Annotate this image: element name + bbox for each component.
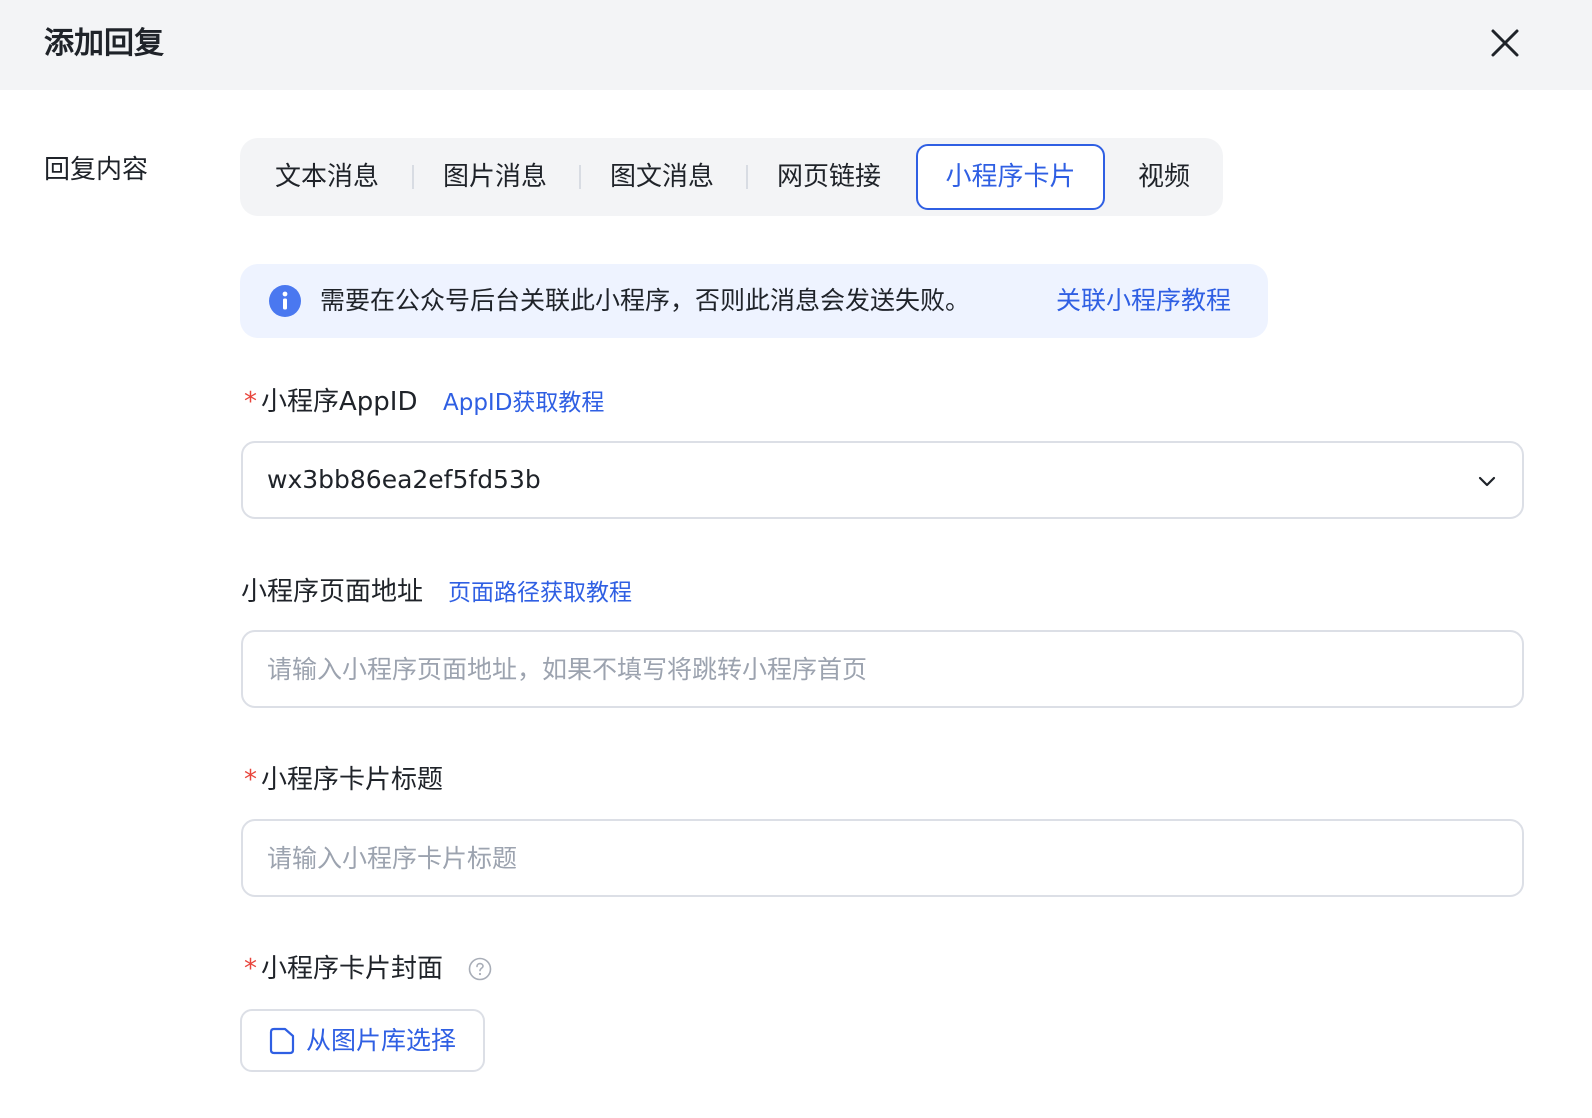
card-title-label: * 小程序卡片标题 (244, 760, 443, 800)
link-mini-program-tutorial[interactable]: 关联小程序教程 (1056, 264, 1231, 338)
appid-label: * 小程序AppID (244, 382, 417, 422)
select-from-library-button[interactable]: 从图片库选择 (240, 1009, 485, 1072)
info-icon (269, 285, 301, 317)
page-path-label: 小程序页面地址 (241, 577, 424, 607)
tab-text-message[interactable]: 文本消息 (252, 144, 402, 210)
notice-banner: 需要在公众号后台关联此小程序，否则此消息会发送失败。 关联小程序教程 (240, 264, 1268, 338)
page-path-field (241, 630, 1524, 708)
tab-separator (579, 165, 581, 189)
notice-text: 需要在公众号后台关联此小程序，否则此消息会发送失败。 (320, 286, 971, 315)
required-mark: * (244, 765, 257, 795)
appid-select-value: wx3bb86ea2ef5fd53b (267, 465, 541, 494)
dialog-header: 添加回复 (0, 0, 1592, 90)
page-path-input[interactable] (267, 632, 1447, 706)
card-title-input[interactable] (267, 821, 1447, 895)
folder-icon (269, 1027, 295, 1055)
card-cover-label: * 小程序卡片封面 (244, 949, 443, 989)
add-reply-dialog: 添加回复 回复内容 文本消息 图片消息 图文消息 网页链接 小程序卡片 视频 需… (0, 0, 1592, 1118)
link-appid-tutorial[interactable]: AppID获取教程 (443, 383, 604, 423)
reply-type-tabs: 文本消息 图片消息 图文消息 网页链接 小程序卡片 视频 (240, 138, 1223, 216)
card-cover-label-text: 小程序卡片封面 (261, 954, 444, 984)
link-page-path-tutorial[interactable]: 页面路径获取教程 (448, 573, 632, 613)
tab-separator (412, 165, 414, 189)
required-mark: * (244, 387, 257, 417)
appid-select[interactable]: wx3bb86ea2ef5fd53b (241, 441, 1524, 519)
card-title-field (241, 819, 1524, 897)
tab-image-message[interactable]: 图片消息 (420, 144, 570, 210)
card-title-label-text: 小程序卡片标题 (261, 765, 444, 795)
question-circle-icon[interactable] (468, 957, 492, 981)
tab-separator (746, 165, 748, 189)
tab-article-message[interactable]: 图文消息 (587, 144, 737, 210)
tab-web-link[interactable]: 网页链接 (754, 144, 904, 210)
close-icon (1491, 29, 1519, 57)
tab-video[interactable]: 视频 (1114, 144, 1214, 210)
tab-mini-program-card[interactable]: 小程序卡片 (916, 144, 1105, 210)
reply-content-label: 回复内容 (44, 155, 149, 185)
appid-label-text: 小程序AppID (261, 387, 418, 417)
required-mark: * (244, 954, 257, 984)
close-button[interactable] (1484, 22, 1526, 64)
select-from-library-label: 从图片库选择 (306, 1026, 457, 1055)
dialog-title: 添加回复 (44, 26, 164, 61)
chevron-down-icon (1478, 476, 1496, 487)
